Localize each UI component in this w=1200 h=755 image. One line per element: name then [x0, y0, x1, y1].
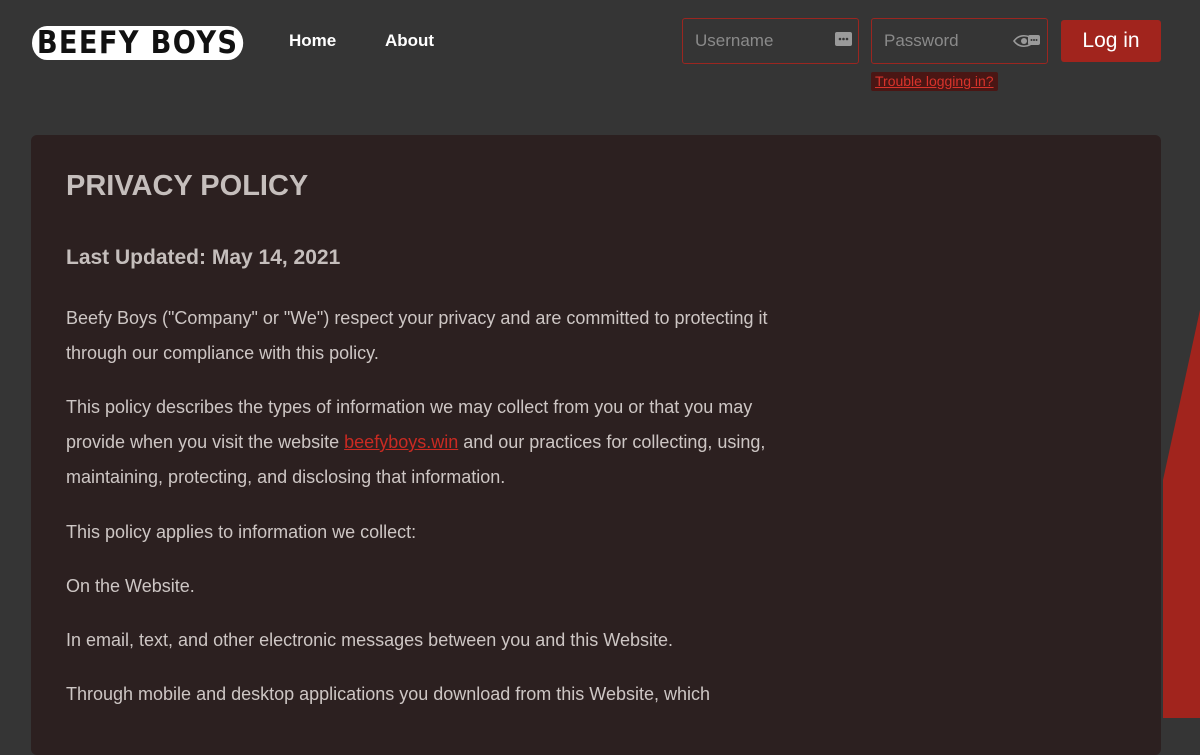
- policy-paragraph-scope: This policy describes the types of infor…: [66, 390, 786, 495]
- policy-paragraph-intro: Beefy Boys ("Company" or "We") respect y…: [66, 308, 768, 363]
- last-updated: Last Updated: May 14, 2021: [66, 246, 341, 269]
- login-button[interactable]: Log in: [1061, 20, 1161, 62]
- username-input[interactable]: [683, 19, 858, 63]
- page-title: PRIVACY POLICY: [66, 170, 309, 202]
- site-header: BEEFY BOYS Home About Log in: [0, 0, 1200, 110]
- nav-about-link[interactable]: About: [385, 31, 434, 51]
- nav-home-link[interactable]: Home: [289, 31, 336, 51]
- logo[interactable]: BEEFY BOYS: [32, 25, 244, 61]
- policy-list-item: In email, text, and other electronic mes…: [66, 630, 673, 650]
- show-password-eye-icon[interactable]: [1013, 32, 1041, 55]
- policy-paragraph-applies: This policy applies to information we co…: [66, 522, 417, 542]
- policy-list-item: Through mobile and desktop applications …: [66, 684, 711, 704]
- username-field[interactable]: [682, 18, 859, 64]
- website-link[interactable]: beefyboys.win: [344, 432, 458, 452]
- policy-list-item: On the Website.: [66, 576, 195, 596]
- password-field[interactable]: [871, 18, 1048, 64]
- password-manager-icon[interactable]: [835, 32, 852, 51]
- privacy-policy-card: PRIVACY POLICY Last Updated: May 14, 202…: [31, 135, 1161, 755]
- trouble-logging-in-link[interactable]: Trouble logging in?: [871, 72, 998, 91]
